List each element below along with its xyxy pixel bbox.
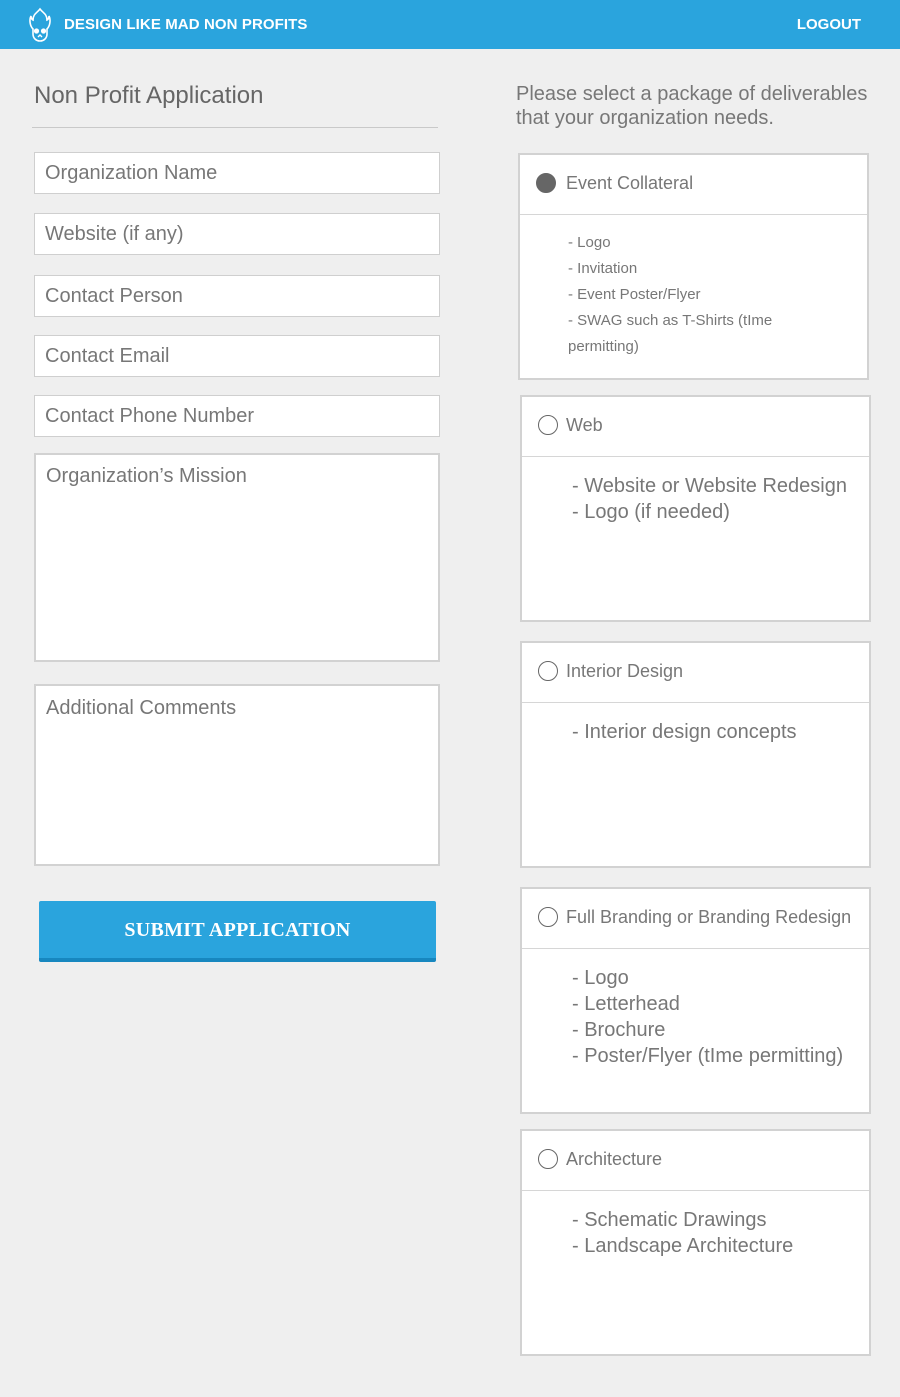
- package-card-web: Web - Website or Website Redesign - Logo…: [520, 395, 871, 622]
- submit-application-button[interactable]: SUBMIT APPLICATION: [39, 901, 436, 962]
- deliverable-item: - Letterhead: [572, 993, 680, 1015]
- title-divider: [32, 127, 438, 128]
- deliverable-item: - Event Poster/Flyer: [568, 286, 701, 303]
- deliverable-item: - Brochure: [572, 1019, 666, 1041]
- radio-button-icon[interactable]: [538, 1149, 558, 1169]
- deliverable-item: - Website or Website Redesign: [572, 475, 847, 497]
- package-deliverables: - Schematic Drawings - Landscape Archite…: [522, 1191, 869, 1259]
- package-name: Web: [566, 415, 603, 435]
- package-option-architecture[interactable]: Architecture: [522, 1131, 869, 1191]
- contact-phone-field[interactable]: Contact Phone Number: [34, 395, 440, 437]
- page-title: Non Profit Application: [34, 82, 264, 109]
- package-name: Event Collateral: [566, 173, 694, 193]
- deliverable-item: - Logo: [568, 234, 611, 251]
- radio-button-icon[interactable]: [538, 415, 558, 435]
- deliverable-item: - Landscape Architecture: [572, 1235, 794, 1257]
- package-card-architecture: Architecture - Schematic Drawings - Land…: [520, 1129, 871, 1356]
- logout-link[interactable]: LOGOUT: [797, 16, 861, 33]
- deliverable-item: permitting): [568, 338, 639, 355]
- package-card-full-branding: Full Branding or Branding Redesign - Log…: [520, 887, 871, 1114]
- contact-person-field[interactable]: Contact Person: [34, 275, 440, 317]
- package-option-interior-design[interactable]: Interior Design: [522, 643, 869, 703]
- package-option-full-branding[interactable]: Full Branding or Branding Redesign: [522, 889, 869, 949]
- contact-email-field[interactable]: Contact Email: [34, 335, 440, 377]
- deliverable-item: - Schematic Drawings: [572, 1209, 767, 1231]
- radio-button-selected-icon[interactable]: [536, 173, 556, 193]
- deliverable-item: - SWAG such as T-Shirts (tIme: [568, 312, 773, 329]
- mission-textarea[interactable]: Organization’s Mission: [34, 453, 440, 662]
- package-deliverables: - Website or Website Redesign - Logo (if…: [522, 457, 869, 525]
- package-deliverables: - Logo - Invitation - Event Poster/Flyer…: [520, 215, 867, 360]
- radio-button-icon[interactable]: [538, 907, 558, 927]
- package-name: Interior Design: [566, 661, 684, 681]
- package-card-event-collateral: Event Collateral - Logo - Invitation - E…: [518, 153, 869, 380]
- package-deliverables: - Logo - Letterhead - Brochure - Poster/…: [522, 949, 869, 1069]
- package-card-interior-design: Interior Design - Interior design concep…: [520, 641, 871, 868]
- package-name: Architecture: [566, 1149, 663, 1169]
- deliverable-item: - Poster/Flyer (tIme permitting): [572, 1045, 844, 1067]
- flame-skull-logo-icon: [29, 7, 51, 42]
- package-deliverables: - Interior design concepts: [522, 703, 869, 745]
- deliverable-item: - Logo: [572, 967, 629, 989]
- deliverable-item: - Interior design concepts: [572, 721, 797, 743]
- deliverable-item: - Logo (if needed): [572, 501, 730, 523]
- package-instructions: Please select a package of deliverables …: [516, 83, 868, 129]
- brand-title[interactable]: DESIGN LIKE MAD NON PROFITS: [64, 16, 308, 33]
- package-option-web[interactable]: Web: [522, 397, 869, 457]
- package-option-event-collateral[interactable]: Event Collateral: [520, 155, 867, 215]
- package-name: Full Branding or Branding Redesign: [566, 907, 852, 927]
- deliverable-item: - Invitation: [568, 260, 638, 277]
- organization-name-field[interactable]: Organization Name: [34, 152, 440, 194]
- top-bar: DESIGN LIKE MAD NON PROFITS LOGOUT: [0, 0, 900, 49]
- radio-button-icon[interactable]: [538, 661, 558, 681]
- website-field[interactable]: Website (if any): [34, 213, 440, 255]
- comments-textarea[interactable]: Additional Comments: [34, 684, 440, 866]
